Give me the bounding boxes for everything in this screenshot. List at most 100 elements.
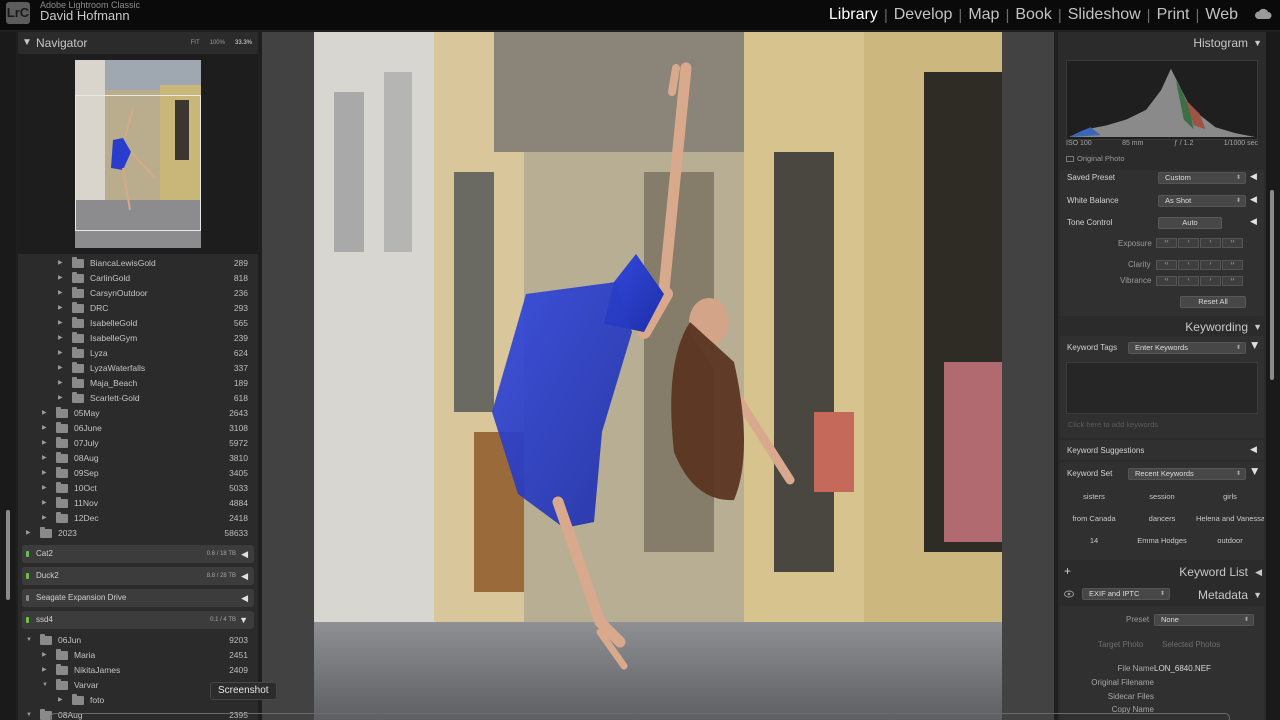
decrease-small-button[interactable]: ‹ bbox=[1178, 276, 1199, 286]
left-scrollbar[interactable] bbox=[6, 510, 10, 600]
increase-small-button[interactable]: › bbox=[1200, 238, 1221, 248]
folder-row[interactable]: ▶ 08Aug 3810 bbox=[18, 451, 258, 466]
folder-row[interactable]: ▶ LyzaWaterfalls 337 bbox=[18, 361, 258, 376]
decrease-large-button[interactable]: ‹‹ bbox=[1156, 260, 1177, 270]
disclosure-closed-icon[interactable]: ▶ bbox=[42, 466, 47, 481]
folder-row[interactable]: ▶ 05May 2643 bbox=[18, 406, 258, 421]
reset-all-button[interactable]: Reset All bbox=[1180, 296, 1246, 308]
original-photo-checkbox[interactable] bbox=[1066, 156, 1074, 163]
folder-row[interactable]: ▶ 11Nov 4884 bbox=[18, 496, 258, 511]
folder-row[interactable]: ▶ CarsynOutdoor 236 bbox=[18, 286, 258, 301]
disclosure-closed-icon[interactable]: ▶ bbox=[42, 663, 47, 678]
metadata-view-dropdown[interactable]: EXIF and IPTC ⬍ bbox=[1082, 588, 1170, 600]
file-name-value[interactable]: LON_6840.NEF bbox=[1154, 662, 1211, 676]
disclosure-closed-icon[interactable]: ▶ bbox=[42, 496, 47, 511]
disclosure-closed-icon[interactable]: ▶ bbox=[42, 481, 47, 496]
target-photo-tab[interactable]: Target Photo bbox=[1098, 640, 1143, 649]
folder-row[interactable]: ▶ IsabelleGym 239 bbox=[18, 331, 258, 346]
histogram-graph[interactable] bbox=[1066, 60, 1258, 140]
zoom-current[interactable]: 33.3% bbox=[235, 32, 252, 54]
expand-triangle-icon[interactable]: ◀ bbox=[1255, 562, 1262, 582]
auto-tone-button[interactable]: Auto bbox=[1158, 217, 1222, 229]
add-keyword-plus-icon[interactable]: + bbox=[1064, 564, 1071, 578]
decrease-large-button[interactable]: ‹‹ bbox=[1156, 276, 1177, 286]
keyword-set-item[interactable]: Helena and Vanessa bbox=[1196, 508, 1264, 530]
decrease-large-button[interactable]: ‹‹ bbox=[1156, 238, 1177, 248]
disclosure-closed-icon[interactable]: ▶ bbox=[58, 693, 63, 708]
disclosure-closed-icon[interactable]: ▶ bbox=[26, 526, 31, 541]
navigator-header[interactable]: ▼ Navigator FIT 100% 33.3% bbox=[18, 32, 258, 54]
folder-row[interactable]: ▶ Maja_Beach 189 bbox=[18, 376, 258, 391]
disclosure-closed-icon[interactable]: ▶ bbox=[42, 451, 47, 466]
cloud-sync-icon[interactable] bbox=[1254, 8, 1272, 20]
keyword-set-item[interactable]: session bbox=[1128, 486, 1196, 508]
collapse-triangle-icon[interactable]: ◀ bbox=[1249, 468, 1260, 475]
keyword-set-item[interactable]: outdoor bbox=[1196, 530, 1264, 552]
expand-triangle-icon[interactable]: ◀ bbox=[1250, 444, 1257, 455]
folder-row[interactable]: ▶ 12Dec 2418 bbox=[18, 511, 258, 526]
identity-plate[interactable]: David Hofmann bbox=[40, 8, 130, 23]
keyword-set-item[interactable]: Emma Hodges bbox=[1128, 530, 1196, 552]
folder-row[interactable]: ▶ CarlinGold 818 bbox=[18, 271, 258, 286]
expand-triangle-icon[interactable]: ◀ bbox=[1250, 194, 1257, 205]
disclosure-open-icon[interactable]: ▼ bbox=[26, 633, 32, 648]
keyword-set-dropdown[interactable]: Recent Keywords ⬍ bbox=[1128, 468, 1246, 480]
disclosure-closed-icon[interactable]: ▶ bbox=[58, 256, 63, 271]
increase-large-button[interactable]: ›› bbox=[1222, 260, 1243, 270]
disclosure-closed-icon[interactable]: ▶ bbox=[58, 301, 63, 316]
folder-row[interactable]: ▶ 10Oct 5033 bbox=[18, 481, 258, 496]
zoom-fit[interactable]: FIT bbox=[191, 32, 200, 54]
collapse-triangle-icon[interactable]: ▼ bbox=[1253, 33, 1262, 53]
module-develop[interactable]: Develop bbox=[888, 6, 959, 24]
disclosure-closed-icon[interactable]: ▶ bbox=[58, 361, 63, 376]
disclosure-closed-icon[interactable]: ▶ bbox=[58, 286, 63, 301]
volume-header[interactable]: Seagate Expansion Drive ◀ bbox=[22, 589, 254, 607]
folder-row[interactable]: ▶ 06June 3108 bbox=[18, 421, 258, 436]
volume-header[interactable]: ssd4 0.1 / 4 TB ▼ bbox=[22, 611, 254, 629]
increase-small-button[interactable]: › bbox=[1200, 276, 1221, 286]
keyword-set-item[interactable]: 14 bbox=[1060, 530, 1128, 552]
main-photo[interactable] bbox=[314, 32, 1002, 720]
expand-triangle-icon[interactable]: ◀ bbox=[1250, 171, 1257, 182]
expand-triangle-icon[interactable]: ◀ bbox=[241, 545, 248, 563]
folder-row[interactable]: ▶ Scarlett-Gold 618 bbox=[18, 391, 258, 406]
collapse-triangle-icon[interactable]: ▼ bbox=[239, 611, 248, 629]
collapse-triangle-icon[interactable]: ◀ bbox=[1249, 342, 1260, 349]
disclosure-closed-icon[interactable]: ▶ bbox=[42, 648, 47, 663]
saved-preset-dropdown[interactable]: Custom ⬍ bbox=[1158, 172, 1246, 184]
original-photo-toggle[interactable]: Original Photo bbox=[1066, 154, 1125, 163]
increase-large-button[interactable]: ›› bbox=[1222, 238, 1243, 248]
keyword-set-item[interactable]: dancers bbox=[1128, 508, 1196, 530]
expand-triangle-icon[interactable]: ◀ bbox=[241, 567, 248, 585]
folder-row[interactable]: ▶ IsabelleGold 565 bbox=[18, 316, 258, 331]
folder-row[interactable]: ▶ Maria 2451 bbox=[18, 648, 258, 663]
increase-large-button[interactable]: ›› bbox=[1222, 276, 1243, 286]
module-library[interactable]: Library bbox=[823, 6, 884, 24]
module-slideshow[interactable]: Slideshow bbox=[1062, 6, 1147, 24]
disclosure-closed-icon[interactable]: ▶ bbox=[42, 511, 47, 526]
navigator-view-frame[interactable] bbox=[75, 95, 201, 231]
keywording-header[interactable]: Keywording ▼ bbox=[1058, 317, 1266, 337]
white-balance-dropdown[interactable]: As Shot ⬍ bbox=[1158, 195, 1246, 207]
keyword-tags-dropdown[interactable]: Enter Keywords ⬍ bbox=[1128, 342, 1246, 354]
volume-header[interactable]: Cat2 0.6 / 18 TB ◀ bbox=[22, 545, 254, 563]
module-book[interactable]: Book bbox=[1009, 6, 1057, 24]
expand-triangle-icon[interactable]: ◀ bbox=[1250, 216, 1257, 227]
disclosure-closed-icon[interactable]: ▶ bbox=[58, 376, 63, 391]
collapse-triangle-icon[interactable]: ▼ bbox=[1253, 317, 1262, 337]
keyword-list-header[interactable]: Keyword List ◀ bbox=[1058, 562, 1266, 582]
decrease-small-button[interactable]: ‹ bbox=[1178, 238, 1199, 248]
keyword-set-item[interactable]: girls bbox=[1196, 486, 1264, 508]
increase-small-button[interactable]: › bbox=[1200, 260, 1221, 270]
disclosure-closed-icon[interactable]: ▶ bbox=[42, 406, 47, 421]
expand-triangle-icon[interactable]: ◀ bbox=[241, 589, 248, 607]
folder-row[interactable]: ▶ BiancaLewisGold 289 bbox=[18, 256, 258, 271]
module-map[interactable]: Map bbox=[962, 6, 1005, 24]
disclosure-closed-icon[interactable]: ▶ bbox=[42, 436, 47, 451]
keyword-text-area[interactable] bbox=[1066, 362, 1258, 414]
zoom-100[interactable]: 100% bbox=[210, 32, 225, 54]
disclosure-open-icon[interactable]: ▼ bbox=[42, 678, 48, 693]
collapse-triangle-icon[interactable]: ▼ bbox=[22, 32, 32, 54]
histogram-header[interactable]: Histogram ▼ bbox=[1058, 33, 1266, 53]
keyword-hint[interactable]: Click here to add keywords bbox=[1066, 420, 1258, 429]
